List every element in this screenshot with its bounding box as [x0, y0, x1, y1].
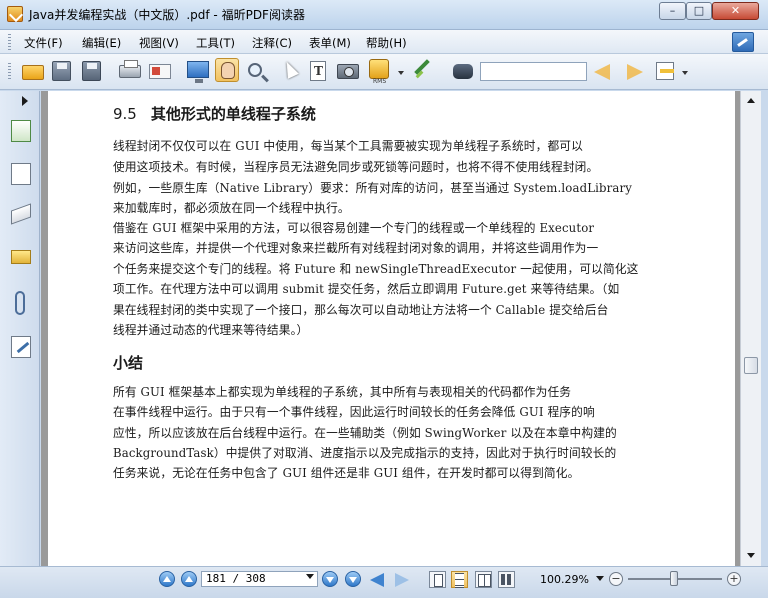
- menu-view[interactable]: 视图(V): [139, 35, 179, 51]
- menu-tools[interactable]: 工具(T): [196, 35, 235, 51]
- hand-tool-icon[interactable]: [215, 58, 239, 82]
- go-back-icon[interactable]: [370, 573, 384, 587]
- pages-panel-icon[interactable]: [11, 120, 31, 142]
- scroll-up-icon[interactable]: [743, 93, 759, 109]
- open-file-icon[interactable]: [21, 59, 45, 83]
- last-page-icon[interactable]: [345, 571, 361, 587]
- first-page-icon[interactable]: [159, 571, 175, 587]
- continuous-facing-view-icon[interactable]: [498, 571, 515, 588]
- go-forward-icon[interactable]: [395, 573, 409, 587]
- paragraph-line: 使用这项技术。有时候，当程序员无法避免同步或死锁等问题时，也将不得不使用线程封闭…: [113, 160, 599, 174]
- search-icon[interactable]: [451, 59, 475, 83]
- menu-grip-icon[interactable]: [8, 34, 11, 50]
- highlight-icon[interactable]: [653, 59, 677, 83]
- zoom-level[interactable]: 100.29%: [540, 573, 589, 586]
- scrollbar-thumb[interactable]: [744, 357, 758, 374]
- signatures-panel-icon[interactable]: [11, 336, 31, 358]
- select-tool-icon[interactable]: [277, 59, 301, 83]
- zoom-in-button[interactable]: +: [727, 572, 741, 586]
- print-icon[interactable]: [118, 59, 142, 83]
- find-next-icon[interactable]: [622, 59, 646, 83]
- previous-page-icon[interactable]: [181, 571, 197, 587]
- section-heading: 9.5 其他形式的单线程子系统: [113, 103, 316, 124]
- save-as-icon[interactable]: [79, 59, 103, 83]
- facing-view-icon[interactable]: [475, 571, 492, 588]
- toolbar-grip-icon[interactable]: [8, 63, 11, 79]
- menu-edit[interactable]: 编辑(E): [82, 35, 121, 51]
- zoom-out-button[interactable]: −: [609, 572, 623, 586]
- text-select-icon[interactable]: [306, 59, 330, 83]
- paragraph-line: 线程并通过动态的代理来等待结果。）: [113, 323, 309, 337]
- menu-form[interactable]: 表单(M): [309, 35, 351, 51]
- rms-dropdown-icon[interactable]: [398, 71, 404, 75]
- maximize-button[interactable]: □: [686, 2, 712, 20]
- paragraph-line: 来加载库时，都必须放在同一个线程中执行。: [113, 201, 350, 215]
- single-page-view-icon[interactable]: [429, 571, 446, 588]
- paragraph-line: 线程封闭不仅仅可以在 GUI 中使用，每当某个工具需要被实现为单线程子系统时，都…: [113, 139, 583, 153]
- paragraph-line: 所有 GUI 框架基本上都实现为单线程的子系统，其中所有与表现相关的代码都作为任…: [113, 385, 572, 399]
- document-view[interactable]: 9.5 其他形式的单线程子系统 线程封闭不仅仅可以在 GUI 中使用，每当某个工具…: [41, 91, 740, 566]
- menu-help[interactable]: 帮助(H): [366, 35, 407, 51]
- window-title: Java并发编程实战（中文版）.pdf - 福昕PDF阅读器: [29, 8, 305, 22]
- paragraph-line: 借鉴在 GUI 框架中采用的方法，可以很容易创建一个专门的线程或一个单线程的 E…: [113, 221, 595, 235]
- paragraph-line: 个任务来提交这个专门的线程。将 Future 和 newSingleThread…: [113, 262, 639, 276]
- save-icon[interactable]: [49, 59, 73, 83]
- zoom-slider-thumb[interactable]: [670, 571, 678, 586]
- snapshot-icon[interactable]: [336, 59, 360, 83]
- zoom-tool-icon[interactable]: [246, 59, 270, 83]
- email-icon[interactable]: [148, 59, 172, 83]
- section-title: 其他形式的单线程子系统: [150, 105, 316, 123]
- continuous-view-icon[interactable]: [451, 571, 468, 588]
- menu-bar: 文件(F) 编辑(E) 视图(V) 工具(T) 注释(C) 表单(M) 帮助(H…: [0, 30, 768, 54]
- sign-icon[interactable]: [410, 59, 434, 83]
- find-previous-icon[interactable]: [592, 59, 616, 83]
- bookmarks-panel-icon[interactable]: [11, 163, 31, 185]
- paragraph-line: BackgroundTask）中提供了对取消、进度指示以及完成指示的支持，因此对…: [113, 446, 617, 460]
- app-logo-icon: [7, 6, 23, 22]
- scroll-down-icon[interactable]: [743, 547, 759, 563]
- attachments-panel-icon[interactable]: [15, 291, 25, 315]
- status-bar: [0, 566, 768, 598]
- section-number: 9.5: [113, 105, 137, 123]
- expand-panel-icon[interactable]: [22, 96, 28, 106]
- zoom-dropdown-icon[interactable]: [596, 576, 604, 581]
- paragraph-line: 果在线程封闭的类中实现了一个接口，那么每次可以自动地让方法将一个 Callabl…: [113, 303, 609, 317]
- minimize-button[interactable]: –: [659, 2, 686, 20]
- update-icon[interactable]: [732, 32, 754, 52]
- comments-panel-icon[interactable]: [11, 250, 31, 264]
- summary-heading: 小结: [113, 354, 144, 372]
- paragraph-line: 例如，一些原生库（Native Library）要求：所有对库的访问，甚至当通过…: [113, 181, 632, 195]
- paragraph-line: 来访问这些库，并提供一个代理对象来拦截所有对线程封闭对象的调用，并将这些调用作为…: [113, 241, 599, 255]
- page-number-field[interactable]: 181 / 308: [201, 571, 318, 587]
- close-button[interactable]: ✕: [712, 2, 759, 20]
- vertical-scrollbar[interactable]: [740, 91, 761, 566]
- paragraph-line: 任务来说，无论在任务中包含了 GUI 组件还是非 GUI 组件，在开发时都可以得…: [113, 466, 580, 480]
- page-dropdown-icon[interactable]: [306, 574, 314, 579]
- highlight-dropdown-icon[interactable]: [682, 71, 688, 75]
- menu-comment[interactable]: 注释(C): [252, 35, 292, 51]
- pdf-page: 9.5 其他形式的单线程子系统 线程封闭不仅仅可以在 GUI 中使用，每当某个工具…: [48, 91, 735, 566]
- search-input[interactable]: [480, 62, 587, 81]
- paragraph-line: 项工作。在代理方法中可以调用 submit 提交任务，然后立即调用 Future…: [113, 282, 620, 296]
- paragraph-line: 应性，所以应该放在后台线程中运行。在一些辅助类（例如 SwingWorker 以…: [113, 426, 617, 440]
- next-page-icon[interactable]: [322, 571, 338, 587]
- title-bar: Java并发编程实战（中文版）.pdf - 福昕PDF阅读器 – □ ✕: [0, 0, 768, 30]
- full-screen-icon[interactable]: [186, 59, 210, 83]
- menu-file[interactable]: 文件(F): [24, 35, 63, 51]
- paragraph-line: 在事件线程中运行。由于只有一个事件线程，因此运行时间较长的任务会降低 GUI 程…: [113, 405, 595, 419]
- rms-label: RMS: [373, 78, 387, 85]
